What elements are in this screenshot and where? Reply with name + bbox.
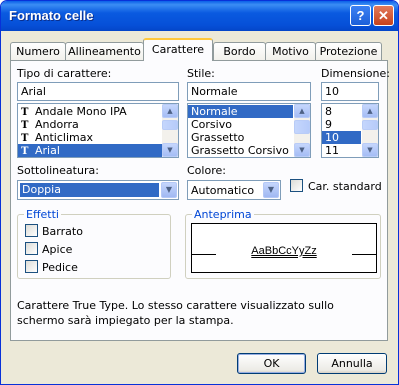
chevron-down-icon[interactable]: ▼: [161, 182, 177, 198]
list-item-selected[interactable]: T Arial: [18, 144, 178, 157]
tab-strip: Numero Allineamento Carattere Bordo Moti…: [10, 38, 384, 62]
list-item-selected[interactable]: 10: [322, 131, 361, 144]
preview-group: Anteprima AaBbCcYyZz: [185, 208, 381, 279]
close-button[interactable]: ✕: [373, 5, 394, 26]
tab-allineamento[interactable]: Allineamento: [65, 42, 144, 61]
subscript-checkbox[interactable]: [25, 260, 38, 273]
scroll-up-icon[interactable]: ▲: [162, 104, 178, 118]
list-item[interactable]: 8: [322, 105, 361, 118]
preview-title: Anteprima: [192, 208, 254, 221]
superscript-checkbox[interactable]: [25, 242, 38, 255]
list-item[interactable]: T Anticlimax: [18, 131, 178, 144]
color-select[interactable]: Automatico ▼: [187, 180, 281, 200]
help-button[interactable]: ?: [350, 5, 371, 26]
dialog-title: Formato celle: [9, 8, 94, 23]
carattere-panel: Tipo di carattere: Arial T Andale Mono IP…: [10, 60, 390, 341]
preview-sample: AaBbCcYyZz: [251, 245, 317, 257]
tab-protezione[interactable]: Protezione: [315, 42, 382, 61]
font-input[interactable]: Arial: [17, 82, 179, 101]
superscript-label: Apice: [42, 243, 73, 256]
list-item[interactable]: T Andale Mono IPA: [18, 105, 178, 118]
style-list[interactable]: Normale Corsivo Grassetto Grassetto Cors…: [187, 103, 311, 158]
list-item[interactable]: Grassetto: [188, 131, 293, 144]
standard-font-label: Car. standard: [308, 180, 382, 193]
strikethrough-label: Barrato: [42, 225, 83, 238]
list-item[interactable]: Corsivo: [188, 118, 293, 131]
effects-group: Effetti Barrato Apice Pedice: [17, 208, 171, 279]
font-list[interactable]: T Andale Mono IPA T Andorra T Anticlimax TA…: [17, 103, 179, 158]
tab-motivo[interactable]: Motivo: [265, 42, 316, 61]
scroll-down-icon[interactable]: ▼: [294, 143, 310, 157]
list-item[interactable]: 9: [322, 118, 361, 131]
truetype-icon: T: [21, 146, 29, 157]
strikethrough-checkbox[interactable]: [25, 224, 38, 237]
size-list[interactable]: 8 9 10 11 ▲ ▼: [321, 103, 379, 158]
font-label: Tipo di carattere:: [17, 67, 112, 80]
tab-bordo[interactable]: Bordo: [213, 42, 266, 61]
style-scrollbar[interactable]: ▲ ▼: [294, 104, 310, 157]
size-scrollbar[interactable]: ▲ ▼: [362, 104, 378, 157]
scroll-up-icon[interactable]: ▲: [362, 104, 378, 118]
size-label: Dimensione:: [321, 67, 390, 80]
scroll-thumb[interactable]: [162, 120, 178, 130]
size-input[interactable]: 10: [321, 82, 379, 101]
scroll-up-icon[interactable]: ▲: [294, 104, 310, 118]
effects-title: Effetti: [24, 208, 61, 221]
chevron-down-icon[interactable]: ▼: [263, 182, 279, 198]
scroll-thumb[interactable]: [294, 120, 310, 134]
list-item-selected[interactable]: Normale: [188, 105, 293, 118]
list-item[interactable]: 11: [322, 144, 361, 157]
underline-value: Doppia: [20, 183, 159, 197]
underline-select[interactable]: Doppia ▼: [17, 180, 179, 200]
info-text: Carattere True Type. Lo stesso carattere…: [17, 299, 334, 327]
scroll-down-icon[interactable]: ▼: [362, 143, 378, 157]
scroll-down-icon[interactable]: ▼: [162, 143, 178, 157]
format-cells-dialog: Formato celle ? ✕ Numero Allineamento Ca…: [0, 0, 399, 385]
standard-font-checkbox[interactable]: [290, 179, 303, 192]
color-value: Automatico: [191, 184, 255, 197]
tab-carattere[interactable]: Carattere: [143, 38, 213, 61]
cancel-button[interactable]: Annulla: [317, 353, 387, 374]
preview-box: AaBbCcYyZz: [191, 223, 377, 273]
title-bar[interactable]: Formato celle ? ✕: [1, 1, 398, 31]
underline-label: Sottolineatura:: [17, 164, 99, 177]
list-item[interactable]: Grassetto Corsivo: [188, 144, 293, 157]
color-label: Colore:: [187, 164, 226, 177]
scroll-thumb[interactable]: [362, 120, 378, 130]
tab-numero[interactable]: Numero: [10, 42, 66, 61]
style-label: Stile:: [187, 67, 215, 80]
style-input[interactable]: Normale: [187, 82, 311, 101]
ok-button[interactable]: OK: [237, 353, 306, 374]
font-scrollbar[interactable]: ▲ ▼: [162, 104, 178, 157]
list-item[interactable]: T Andorra: [18, 118, 178, 131]
subscript-label: Pedice: [42, 261, 78, 274]
